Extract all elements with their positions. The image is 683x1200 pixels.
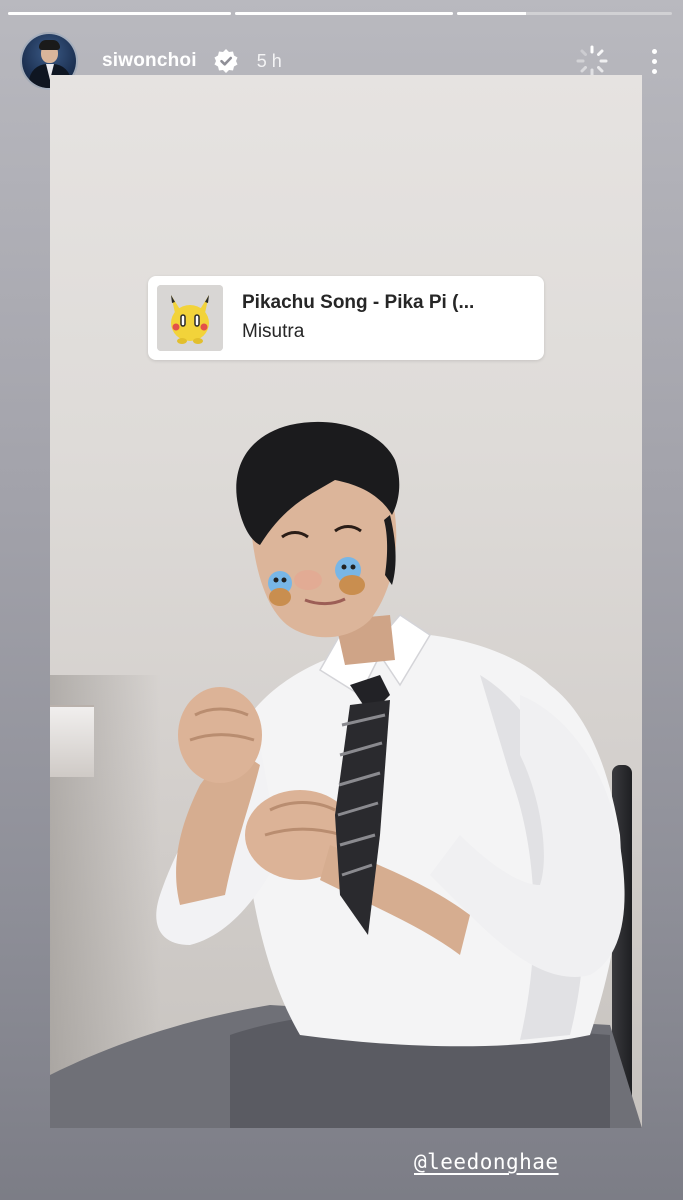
pikachu-album-art xyxy=(157,285,223,351)
person-posing-image xyxy=(50,421,642,1128)
progress-segment-1 xyxy=(8,12,231,15)
music-sticker[interactable]: Pikachu Song - Pika Pi (... Misutra xyxy=(148,276,544,360)
song-artist: Misutra xyxy=(242,321,305,342)
verified-badge-icon xyxy=(213,48,239,74)
username-label[interactable]: siwonchoi xyxy=(102,50,197,72)
more-options-icon[interactable] xyxy=(649,44,659,78)
song-info: Pikachu Song - Pika Pi (... Misutra xyxy=(242,291,474,345)
story-progress-bar xyxy=(8,12,675,16)
song-title: Pikachu Song - Pika Pi (... xyxy=(242,292,475,313)
progress-segment-2 xyxy=(235,12,453,15)
user-mention-link[interactable]: @leedonghae xyxy=(414,1150,559,1174)
progress-segment-3 xyxy=(457,12,672,15)
post-time: 5 h xyxy=(256,50,282,71)
squirtle-sticker-left xyxy=(268,571,292,606)
loading-spinner-icon xyxy=(575,44,609,78)
story-viewer: siwonchoi 5 h Pikachu Song - Pika Pi (..… xyxy=(0,0,683,1200)
story-photo xyxy=(50,75,642,1128)
